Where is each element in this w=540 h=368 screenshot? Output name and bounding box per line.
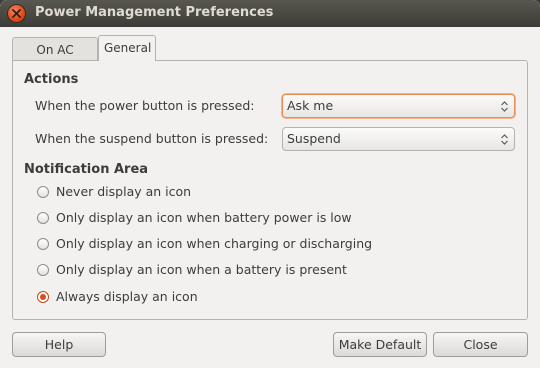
window-title: Power Management Preferences (35, 5, 274, 20)
help-button[interactable]: Help (12, 332, 106, 357)
radio-label: Never display an icon (56, 184, 192, 199)
up-down-arrows-icon (501, 101, 508, 112)
radio-button-selected[interactable] (37, 291, 49, 303)
close-button[interactable]: Close (433, 332, 528, 357)
actions-heading: Actions (24, 72, 79, 87)
up-down-arrows-icon (501, 134, 508, 145)
tab-general[interactable]: General (98, 35, 156, 61)
make-default-button[interactable]: Make Default (333, 332, 427, 357)
notification-area-heading: Notification Area (24, 162, 149, 177)
radio-label: Only display an icon when battery power … (56, 210, 352, 225)
preferences-window: Power Management Preferences On AC Power… (0, 0, 540, 368)
power-button-label: When the power button is pressed: (35, 98, 255, 113)
close-icon (12, 9, 21, 18)
tab-on-ac-power[interactable]: On AC Power (12, 37, 98, 81)
radio-button[interactable] (37, 264, 49, 276)
power-button-action-select[interactable]: Ask me (282, 94, 515, 118)
suspend-button-action-select[interactable]: Suspend (282, 127, 515, 151)
radio-label: Always display an icon (56, 289, 198, 304)
window-close-button[interactable] (8, 5, 25, 22)
title-bar[interactable]: Power Management Preferences (0, 0, 540, 27)
radio-label: Only display an icon when a battery is p… (56, 262, 347, 277)
suspend-button-action-value: Suspend (287, 131, 341, 146)
radio-button[interactable] (37, 186, 49, 198)
radio-button[interactable] (37, 212, 49, 224)
radio-label: Only display an icon when charging or di… (56, 236, 373, 251)
radio-button[interactable] (37, 238, 49, 250)
suspend-button-label: When the suspend button is pressed: (35, 131, 269, 146)
power-button-action-value: Ask me (287, 98, 334, 113)
